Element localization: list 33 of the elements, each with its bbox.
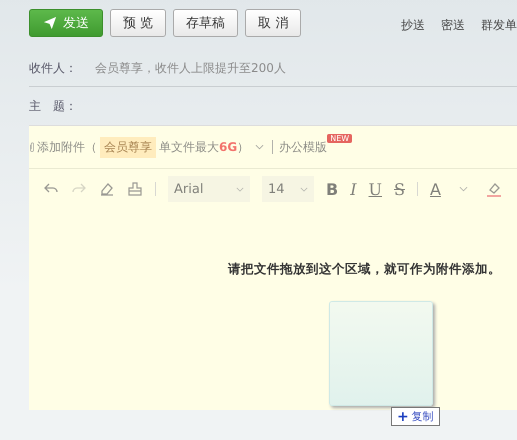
size-select[interactable]: 14 bbox=[262, 176, 314, 202]
highlight-icon[interactable] bbox=[486, 181, 502, 197]
chevron-down-icon[interactable] bbox=[458, 186, 468, 192]
font-select[interactable]: Arial bbox=[168, 176, 250, 202]
drop-message: 请把文件拖放到这个区域，就可作为附件添加。 bbox=[226, 261, 502, 278]
toolbar-button[interactable]: 预 览 bbox=[110, 9, 166, 37]
header-link[interactable]: 群发单 bbox=[481, 17, 517, 34]
format-button[interactable]: I bbox=[350, 180, 357, 198]
copy-tooltip: + 复制 bbox=[391, 407, 440, 426]
chevron-down-icon bbox=[236, 186, 244, 192]
toolbar-button[interactable]: 存草稿 bbox=[173, 9, 238, 37]
template-link[interactable]: 办公模版 bbox=[279, 138, 328, 156]
text-color-button[interactable]: A bbox=[430, 180, 441, 198]
toolbar-button[interactable]: 取 消 bbox=[245, 9, 302, 37]
chevron-down-icon bbox=[300, 186, 308, 192]
format-painter-icon[interactable] bbox=[127, 181, 143, 197]
attachment-note: 单文件最大6G） bbox=[159, 138, 250, 156]
format-button[interactable]: U bbox=[368, 180, 382, 198]
paperclip-icon bbox=[29, 141, 35, 153]
field-label: 主 题： bbox=[29, 98, 78, 114]
new-badge: NEW bbox=[327, 134, 352, 143]
member-badge: 会员尊享 bbox=[100, 136, 156, 158]
toolbar-button[interactable]: 发送 bbox=[29, 9, 103, 37]
eraser-icon[interactable] bbox=[99, 181, 115, 197]
chevron-down-icon[interactable] bbox=[255, 144, 264, 150]
add-attachment-link[interactable]: 添加附件（ bbox=[37, 138, 97, 156]
header-link[interactable]: 密送 bbox=[441, 17, 465, 34]
paper-plane-icon bbox=[43, 16, 57, 30]
field-label: 收件人： bbox=[29, 60, 78, 76]
header-link[interactable]: 抄送 bbox=[401, 17, 425, 34]
format-button[interactable]: S bbox=[394, 180, 405, 198]
format-button[interactable]: B bbox=[326, 180, 338, 198]
recipient-field[interactable]: 会员尊享，收件人上限提升至200人 bbox=[93, 60, 517, 76]
